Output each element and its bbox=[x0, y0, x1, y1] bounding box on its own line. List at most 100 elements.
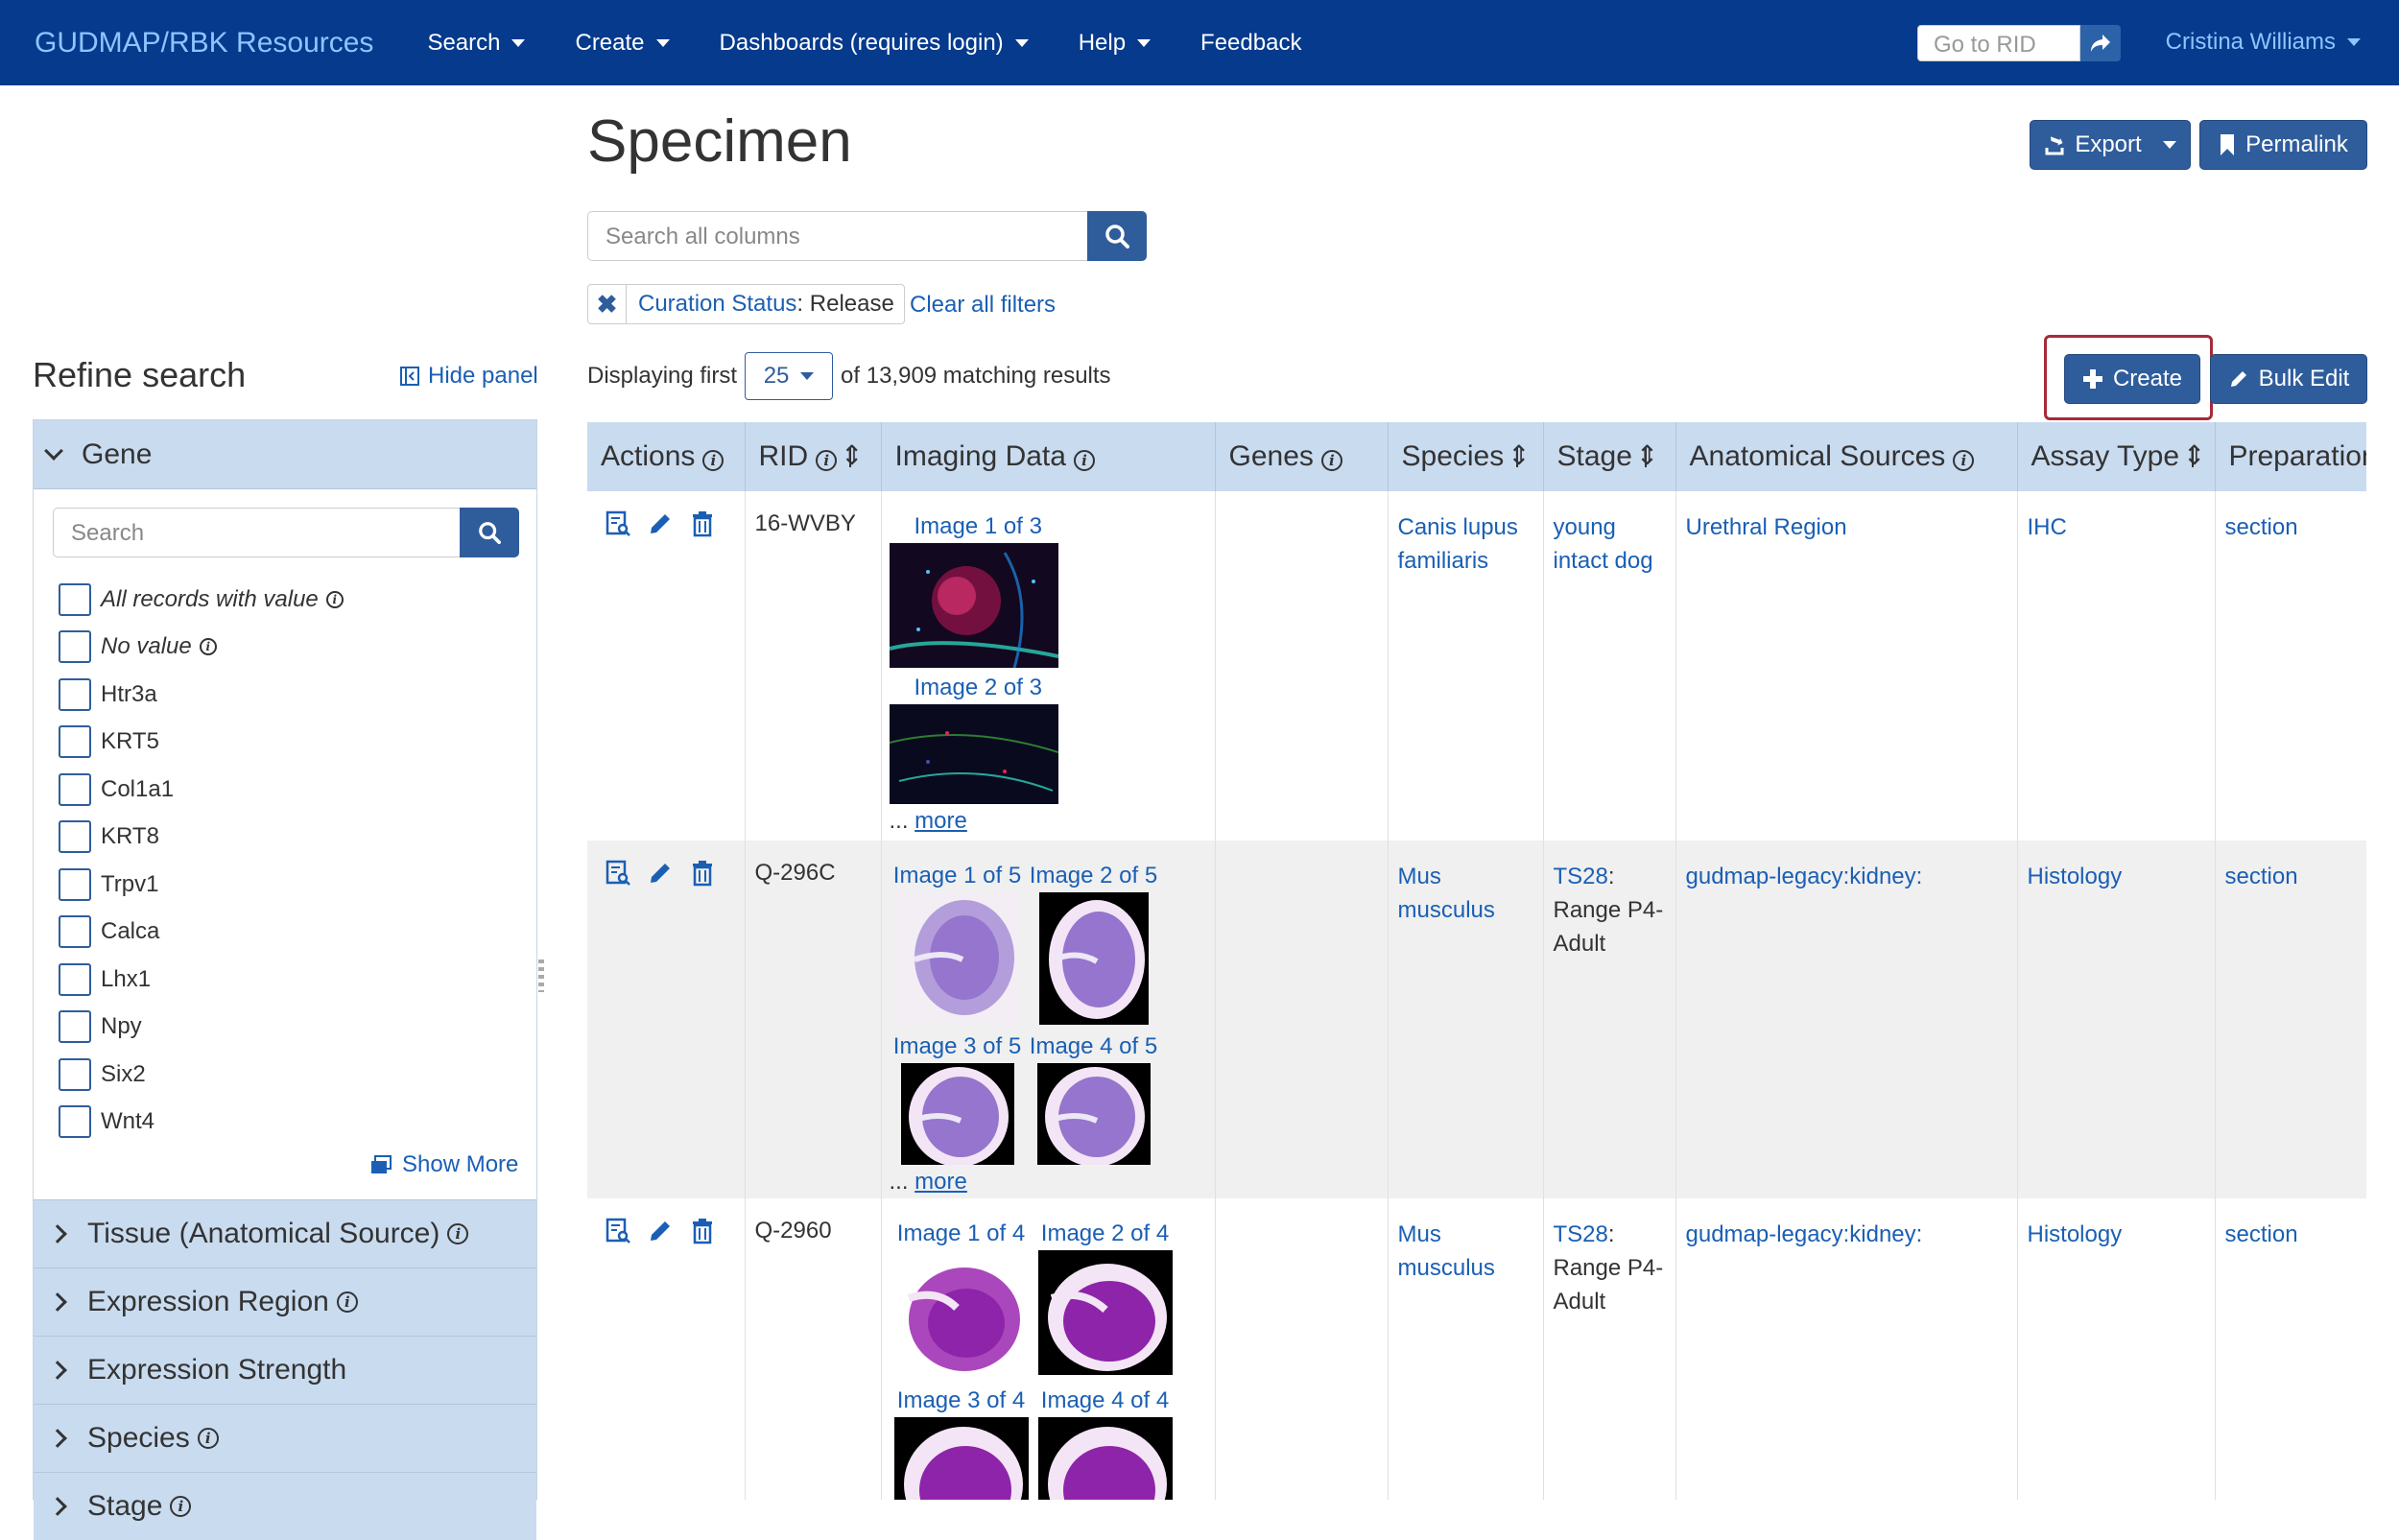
preparation-link[interactable]: section bbox=[2225, 514, 2298, 540]
view-details-icon[interactable] bbox=[605, 860, 631, 887]
panel-resize-handle[interactable] bbox=[538, 960, 544, 992]
sort-icon[interactable] bbox=[1636, 439, 1658, 471]
more-images-link[interactable]: more bbox=[914, 1169, 967, 1195]
nav-feedback-link[interactable]: Feedback bbox=[1200, 30, 1301, 57]
delete-trash-icon[interactable] bbox=[689, 510, 716, 537]
stage-link[interactable]: TS28 bbox=[1554, 864, 1608, 889]
image-link[interactable]: Image 1 of 3 bbox=[914, 510, 1042, 543]
kidney-histology-thumbnail[interactable] bbox=[1036, 1063, 1151, 1165]
page-size-dropdown[interactable]: 25 bbox=[745, 352, 834, 400]
sort-icon[interactable] bbox=[1508, 439, 1530, 471]
facet-option[interactable]: Six2 bbox=[59, 1051, 344, 1099]
show-more-button[interactable]: Show More bbox=[369, 1151, 518, 1178]
search-all-columns-input[interactable]: Search all columns bbox=[587, 211, 1088, 261]
column-header-stage[interactable]: Stage bbox=[1543, 422, 1676, 491]
edit-pencil-icon[interactable] bbox=[647, 510, 674, 537]
export-button[interactable]: Export bbox=[2030, 120, 2191, 170]
fluorescent-image-thumbnail[interactable] bbox=[889, 543, 1058, 668]
facet-option[interactable]: Lhx1 bbox=[59, 956, 344, 1004]
kidney-histology-thumbnail[interactable] bbox=[900, 1063, 1014, 1165]
facet-header-stage[interactable]: Stage i bbox=[34, 1472, 536, 1540]
image-link[interactable]: Image 3 of 4 bbox=[897, 1385, 1025, 1417]
nav-dashboards-menu[interactable]: Dashboards (requires login) bbox=[720, 30, 1029, 57]
column-header-assay-type[interactable]: Assay Type bbox=[2017, 422, 2216, 491]
view-details-icon[interactable] bbox=[605, 1218, 631, 1244]
column-header-species[interactable]: Species bbox=[1388, 422, 1544, 491]
goto-rid-input[interactable]: Go to RID bbox=[1917, 25, 2080, 61]
facet-search-input[interactable]: Search bbox=[53, 508, 462, 557]
anatomical-source-link[interactable]: gudmap-legacy:kidney: bbox=[1686, 1221, 1923, 1247]
kidney-histology-thumbnail[interactable] bbox=[894, 892, 1020, 1025]
checkbox[interactable] bbox=[59, 962, 91, 996]
assay-type-link[interactable]: Histology bbox=[2028, 864, 2123, 889]
image-link[interactable]: Image 2 of 4 bbox=[1041, 1218, 1169, 1250]
facet-header-gene[interactable]: Gene bbox=[34, 420, 536, 489]
checkbox[interactable] bbox=[59, 915, 91, 949]
checkbox[interactable] bbox=[59, 1057, 91, 1091]
checkbox[interactable] bbox=[59, 772, 91, 806]
kidney-histology-thumbnail[interactable] bbox=[1037, 1250, 1173, 1375]
edit-pencil-icon[interactable] bbox=[647, 860, 674, 887]
kidney-histology-thumbnail[interactable] bbox=[893, 1417, 1029, 1500]
kidney-histology-thumbnail[interactable] bbox=[1038, 892, 1149, 1025]
checkbox[interactable] bbox=[59, 1010, 91, 1044]
checkbox[interactable] bbox=[59, 630, 91, 664]
brand-link[interactable]: GUDMAP/RBK Resources bbox=[35, 27, 373, 59]
facet-option[interactable]: KRT8 bbox=[59, 814, 344, 862]
anatomical-source-link[interactable]: gudmap-legacy:kidney: bbox=[1686, 864, 1923, 889]
sort-icon[interactable] bbox=[841, 439, 863, 471]
facet-option[interactable]: No value i bbox=[59, 624, 344, 672]
facet-option[interactable]: Htr3a bbox=[59, 671, 344, 719]
assay-type-link[interactable]: IHC bbox=[2028, 514, 2067, 540]
image-link[interactable]: Image 2 of 3 bbox=[914, 672, 1042, 704]
assay-type-link[interactable]: Histology bbox=[2028, 1221, 2123, 1247]
checkbox[interactable] bbox=[59, 867, 91, 901]
checkbox[interactable] bbox=[59, 1105, 91, 1139]
goto-rid-button[interactable] bbox=[2080, 25, 2121, 61]
image-link[interactable]: Image 4 of 4 bbox=[1041, 1385, 1169, 1417]
column-header-rid[interactable]: RID i bbox=[745, 422, 882, 491]
sort-icon[interactable] bbox=[2183, 439, 2205, 471]
checkbox[interactable] bbox=[59, 582, 91, 616]
species-link[interactable]: Mus musculus bbox=[1398, 864, 1495, 923]
facet-option[interactable]: Col1a1 bbox=[59, 766, 344, 814]
checkbox[interactable] bbox=[59, 677, 91, 711]
facet-header-expression-strength[interactable]: Expression Strength bbox=[34, 1336, 536, 1404]
stage-link[interactable]: young intact dog bbox=[1554, 514, 1653, 574]
facet-header-expression-region[interactable]: Expression Region i bbox=[34, 1268, 536, 1336]
anatomical-source-link[interactable]: Urethral Region bbox=[1686, 514, 1847, 540]
delete-trash-icon[interactable] bbox=[689, 860, 716, 887]
more-images-link[interactable]: more bbox=[914, 808, 967, 834]
stage-link[interactable]: TS28 bbox=[1554, 1221, 1608, 1247]
species-link[interactable]: Canis lupus familiaris bbox=[1398, 514, 1518, 574]
facet-header-species[interactable]: Species i bbox=[34, 1404, 536, 1472]
bulk-edit-button[interactable]: Bulk Edit bbox=[2210, 354, 2367, 404]
fluorescent-image-thumbnail[interactable] bbox=[889, 704, 1058, 804]
facet-option[interactable]: All records with value i bbox=[59, 576, 344, 624]
facet-option[interactable]: KRT5 bbox=[59, 719, 344, 767]
image-link[interactable]: Image 1 of 4 bbox=[897, 1218, 1025, 1250]
preparation-link[interactable]: section bbox=[2225, 1221, 2298, 1247]
facet-search-button[interactable] bbox=[460, 508, 519, 557]
facet-option[interactable]: Calca bbox=[59, 909, 344, 957]
clear-all-filters-link[interactable]: Clear all filters bbox=[910, 292, 1056, 319]
facet-option[interactable]: Wnt4 bbox=[59, 1099, 344, 1147]
nav-search-menu[interactable]: Search bbox=[427, 30, 526, 57]
image-link[interactable]: Image 3 of 5 bbox=[893, 1031, 1021, 1063]
image-link[interactable]: Image 1 of 5 bbox=[893, 860, 1021, 892]
facet-header-tissue[interactable]: Tissue (Anatomical Source) i bbox=[34, 1199, 536, 1268]
image-link[interactable]: Image 2 of 5 bbox=[1030, 860, 1157, 892]
view-details-icon[interactable] bbox=[605, 510, 631, 537]
remove-filter-icon[interactable]: ✖ bbox=[588, 285, 627, 323]
species-link[interactable]: Mus musculus bbox=[1398, 1221, 1495, 1281]
hide-panel-button[interactable]: Hide panel bbox=[399, 363, 538, 390]
nav-help-menu[interactable]: Help bbox=[1079, 30, 1152, 57]
user-menu[interactable]: Cristina Williams bbox=[2166, 29, 2361, 56]
checkbox[interactable] bbox=[59, 725, 91, 759]
search-all-columns-button[interactable] bbox=[1087, 211, 1147, 261]
nav-create-menu[interactable]: Create bbox=[575, 30, 670, 57]
facet-option[interactable]: Trpv1 bbox=[59, 861, 344, 909]
permalink-button[interactable]: Permalink bbox=[2199, 120, 2367, 170]
preparation-link[interactable]: section bbox=[2225, 864, 2298, 889]
image-link[interactable]: Image 4 of 5 bbox=[1030, 1031, 1157, 1063]
